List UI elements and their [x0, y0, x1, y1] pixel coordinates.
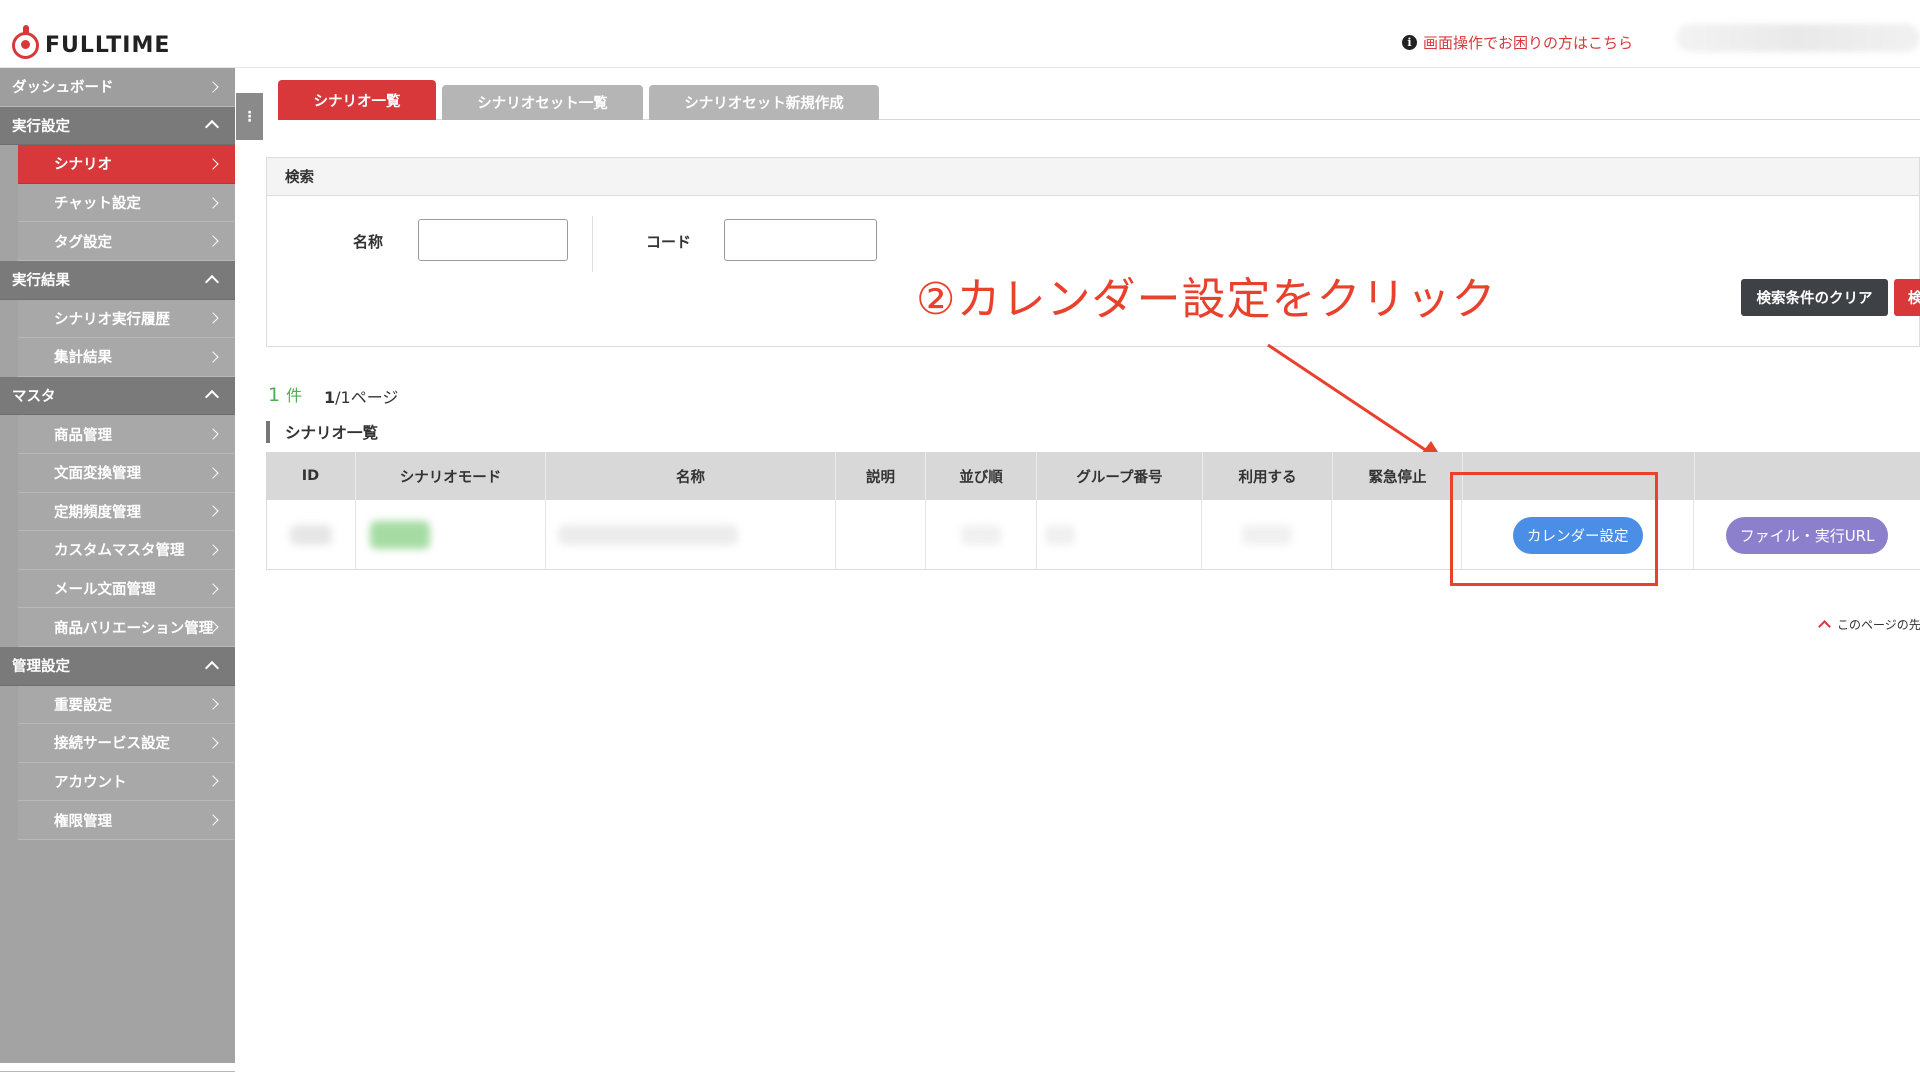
table-header: ID シナリオモード 名称 説明 並び順 グループ番号 利用する 緊急停止	[266, 452, 1920, 500]
blurred-enabled	[1241, 525, 1292, 545]
annotation-highlight-box	[1450, 472, 1658, 586]
col-description: 説明	[836, 452, 926, 500]
table-row: カレンダー設定 ファイル・実行URL	[266, 500, 1920, 570]
chevron-up-icon	[1818, 620, 1831, 633]
col-emergency-stop: 緊急停止	[1333, 452, 1463, 500]
annotation-arrow-line	[1267, 343, 1431, 455]
cell-enabled	[1202, 500, 1333, 570]
blurred-sort	[960, 525, 1001, 545]
scenario-table: ID シナリオモード 名称 説明 並び順 グループ番号 利用する 緊急停止 カレ…	[266, 452, 1920, 570]
cell-scenario-mode	[356, 500, 546, 570]
col-scenario-mode: シナリオモード	[356, 452, 546, 500]
col-id: ID	[266, 452, 356, 500]
blurred-id	[289, 525, 332, 545]
col-group-number: グループ番号	[1037, 452, 1203, 500]
list-title: シナリオ一覧	[266, 421, 378, 443]
cell-group-number	[1037, 500, 1203, 570]
cell-description	[836, 500, 926, 570]
result-count: 1 件	[268, 382, 302, 406]
blurred-group	[1044, 525, 1075, 545]
result-count-unit: 件	[286, 386, 303, 405]
col-actions	[1695, 452, 1920, 500]
col-sort-order: 並び順	[926, 452, 1037, 500]
cell-name	[546, 500, 836, 570]
page-top-link[interactable]: このページの先	[1818, 616, 1920, 633]
col-enabled: 利用する	[1203, 452, 1333, 500]
cell-actions: ファイル・実行URL	[1694, 500, 1920, 570]
col-name: 名称	[546, 452, 836, 500]
cell-sort-order	[926, 500, 1037, 570]
result-count-number: 1	[268, 384, 281, 406]
page-total: /1ページ	[335, 388, 399, 407]
page-top-label: このページの先	[1837, 618, 1920, 632]
cell-id	[267, 500, 356, 570]
cell-emergency-stop	[1332, 500, 1463, 570]
page-info: 1/1ページ	[324, 384, 398, 408]
blurred-mode-badge	[369, 521, 430, 549]
file-execute-url-button[interactable]: ファイル・実行URL	[1726, 516, 1889, 554]
blurred-name	[557, 525, 738, 545]
page-current: 1	[324, 388, 336, 407]
